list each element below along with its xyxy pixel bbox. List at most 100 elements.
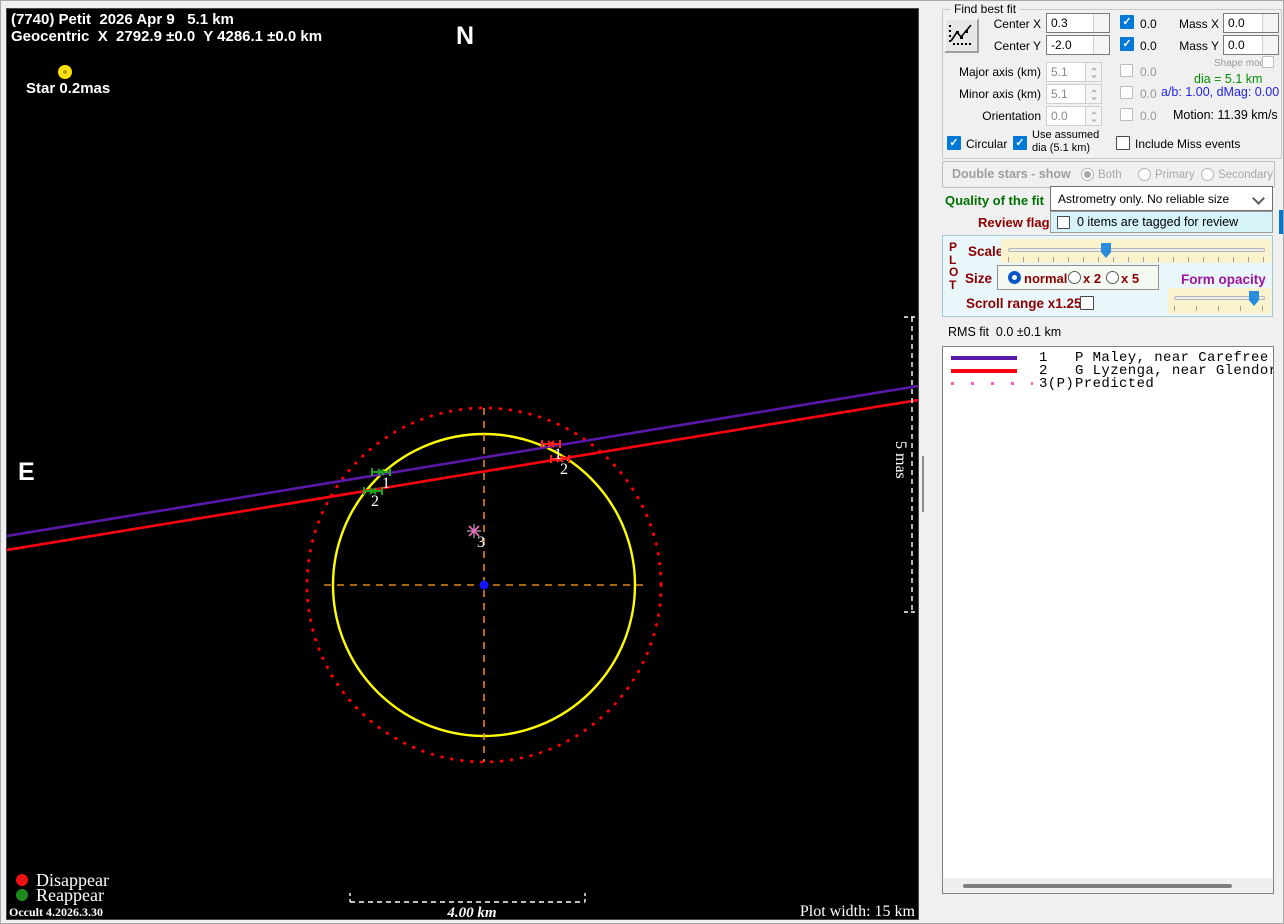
up-arrow-icon (1086, 107, 1101, 116)
center-x-lock-checkbox[interactable] (1120, 15, 1134, 29)
down-arrow-icon (1086, 72, 1101, 81)
plot-width-label: Plot width: 15 km (799, 903, 915, 920)
up-arrow-icon[interactable] (1094, 36, 1109, 45)
center-y-spinner[interactable]: -2.0 (1046, 35, 1110, 55)
center-x-arrows[interactable] (1093, 14, 1109, 32)
quality-combobox[interactable]: Astrometry only. No reliable size (1050, 186, 1273, 211)
disappear-legend-dot (16, 874, 28, 886)
observer-list: 1 P Maley, near Carefree 2 G Lyzenga, ne… (942, 346, 1274, 894)
review-flags-text: 0 items are tagged for review (1077, 215, 1239, 229)
mass-y-value[interactable]: 0.0 (1224, 36, 1262, 54)
review-flags-field: 0 items are tagged for review (1050, 211, 1273, 233)
plot-letter-p: P (949, 240, 958, 254)
observer-number: 3(P) (1039, 376, 1075, 392)
list-hscrollbar-thumb[interactable] (963, 884, 1232, 888)
scale-slider-ticks (1008, 257, 1265, 262)
size-radio-group: normal x 2 x 5 (997, 265, 1159, 290)
predicted-color-sample (951, 382, 1033, 385)
up-arrow-icon[interactable] (1263, 36, 1278, 45)
include-miss-checkbox[interactable] (1116, 136, 1130, 150)
reappear-legend-dot (16, 889, 28, 901)
form-opacity-ticks (1174, 306, 1265, 311)
mass-y-arrows[interactable] (1262, 36, 1278, 54)
chord-label-reappear-1: 1 (382, 475, 390, 492)
double-stars-primary-radio (1138, 168, 1151, 181)
minor-axis-value: 5.1 (1051, 87, 1068, 101)
use-assumed-label-line2: dia (5.1 km) (1032, 142, 1091, 154)
observer-row[interactable]: 1 P Maley, near Carefree (943, 350, 1273, 366)
center-y-label: Center Y (993, 39, 1041, 53)
up-arrow-icon[interactable] (1094, 14, 1109, 23)
scale-label: Scale (968, 244, 1004, 259)
down-arrow-icon[interactable] (1263, 23, 1278, 32)
up-arrow-icon[interactable] (1263, 14, 1278, 23)
form-opacity-thumb[interactable] (1249, 291, 1259, 306)
diameter-text: dia = 5.1 km (1194, 72, 1263, 86)
minor-axis-spinner: 5.1 (1046, 84, 1102, 104)
plot-letter-o: O (949, 265, 959, 279)
scale-slider-thumb[interactable] (1101, 243, 1111, 258)
double-stars-secondary-label: Secondary (1218, 169, 1273, 181)
chevron-down-icon[interactable] (1252, 192, 1265, 205)
scale-slider[interactable] (1001, 239, 1271, 263)
down-arrow-icon[interactable] (1094, 45, 1109, 54)
double-stars-primary-label: Primary (1155, 169, 1195, 181)
east-label: E (18, 458, 35, 486)
splitter-grip[interactable] (922, 456, 924, 512)
double-stars-both-label: Both (1098, 169, 1122, 181)
include-miss-label: Include Miss events (1135, 137, 1241, 151)
down-arrow-icon[interactable] (1263, 45, 1278, 54)
observer-row[interactable]: 2 G Lyzenga, near Glendora (943, 363, 1273, 379)
orientation-spinner: 0.0 (1046, 106, 1102, 126)
major-axis-value: 5.1 (1051, 65, 1068, 79)
mass-y-spinner[interactable]: 0.0 (1223, 35, 1279, 55)
mass-x-label: Mass X (1178, 17, 1219, 31)
center-x-value[interactable]: 0.3 (1047, 14, 1093, 32)
plot-canvas (7, 65, 918, 903)
shape-model-checkbox[interactable] (1262, 56, 1274, 68)
size-x5-radio[interactable] (1106, 271, 1119, 284)
axis-ratio-text: a/b: 1.00, dMag: 0.00 (1161, 85, 1280, 99)
double-stars-title: Double stars - show (952, 167, 1071, 181)
rms-fit-label: RMS fit 0.0 ±0.1 km (948, 325, 1062, 339)
scroll-range-checkbox[interactable] (1080, 296, 1094, 310)
mass-x-spinner[interactable]: 0.0 (1223, 13, 1279, 33)
down-arrow-icon[interactable] (1094, 23, 1109, 32)
center-x-spinner[interactable]: 0.3 (1046, 13, 1110, 33)
size-normal-radio[interactable] (1008, 271, 1021, 284)
chord-2-color-sample (951, 369, 1017, 373)
north-label: N (456, 22, 475, 50)
star-size-label: Star 0.2mas (26, 80, 111, 97)
major-axis-err: 0.0 (1140, 65, 1157, 79)
panel-scroll-thumb[interactable] (1279, 210, 1283, 234)
size-x2-radio[interactable] (1068, 271, 1081, 284)
chord-1-color-sample (951, 356, 1017, 360)
orientation-lock-checkbox (1120, 108, 1133, 121)
down-arrow-icon (1086, 116, 1101, 125)
minor-axis-lock-checkbox (1120, 86, 1133, 99)
center-y-lock-checkbox[interactable] (1120, 37, 1134, 51)
center-y-err: 0.0 (1140, 39, 1157, 53)
motion-text: Motion: 11.39 km/s (1173, 108, 1278, 122)
size-normal-label: normal (1024, 271, 1068, 286)
circular-label: Circular (966, 137, 1008, 151)
mass-x-value[interactable]: 0.0 (1224, 14, 1262, 32)
mass-x-arrows[interactable] (1262, 14, 1278, 32)
orientation-err: 0.0 (1140, 109, 1157, 123)
scale-slider-groove[interactable] (1008, 248, 1265, 252)
use-assumed-dia-checkbox[interactable] (1013, 136, 1027, 150)
center-y-value[interactable]: -2.0 (1047, 36, 1093, 54)
ellipse-center-dot (479, 580, 489, 590)
observer-row[interactable]: 3(P) Predicted (943, 376, 1273, 392)
review-flags-checkbox[interactable] (1057, 216, 1070, 229)
mas-scale-label: 5 mas (892, 441, 909, 479)
center-x-err: 0.0 (1140, 17, 1157, 31)
scale-bar (349, 893, 586, 903)
use-assumed-label-line1: Use assumed (1032, 129, 1100, 141)
chord-label-reappear-2: 2 (371, 493, 379, 510)
list-hscrollbar[interactable] (943, 878, 1273, 893)
plot-controls-panel: P L O T Scale Size normal x 2 x 5 Form o… (942, 235, 1273, 317)
form-opacity-slider[interactable] (1168, 288, 1271, 314)
circular-checkbox[interactable] (947, 136, 961, 150)
center-y-arrows[interactable] (1093, 36, 1109, 54)
